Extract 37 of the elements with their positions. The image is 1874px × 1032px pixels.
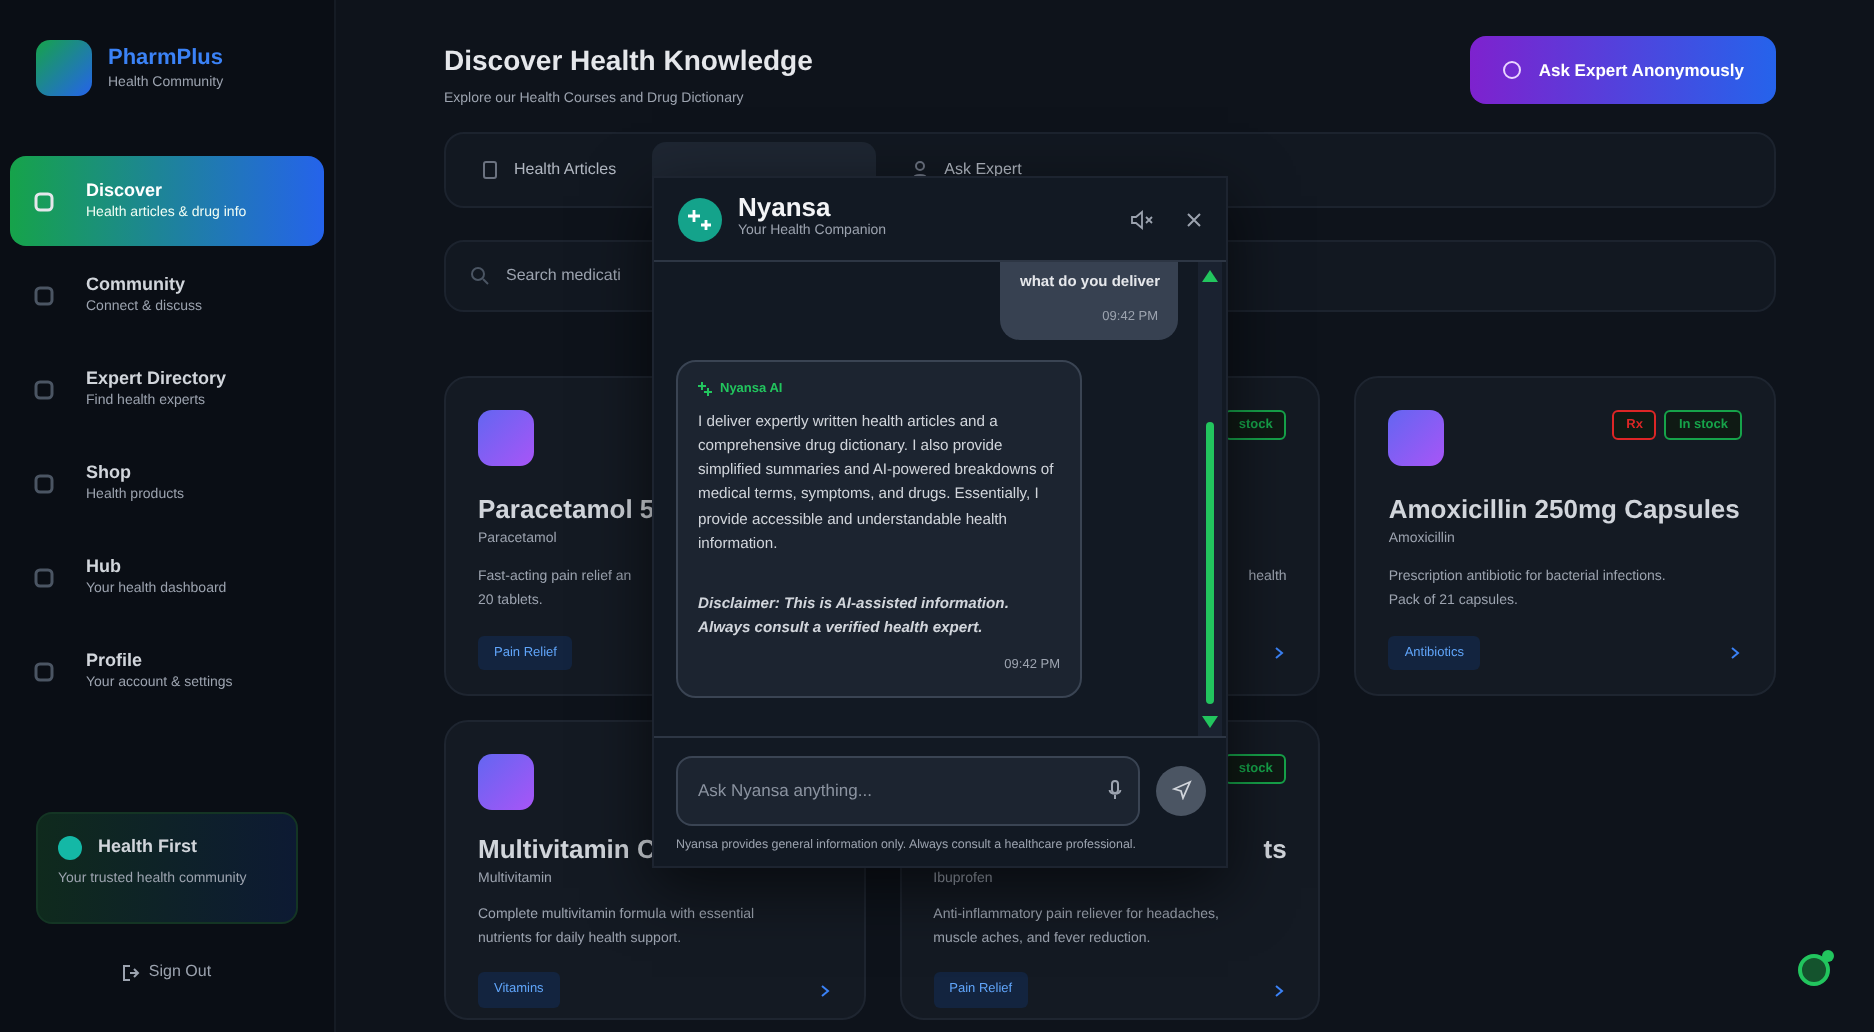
nav-label: Profile [86,647,145,673]
tab[interactable]: Health Articles [466,141,633,197]
message-input[interactable]: Ask Nyansa anything... [676,755,1140,826]
nav-label: Community [86,271,187,298]
close-icon [1186,211,1202,227]
product-title: Amoxicillin 250mg Capsules [1388,493,1740,523]
nav-icon [34,379,54,399]
sparkle-icon [698,382,712,397]
logo-icon [36,40,92,96]
sign-out-icon [122,963,141,981]
promo-title: Health First [98,834,198,860]
nav-icon [34,285,54,305]
search-placeholder: Search medicati [506,263,621,287]
brand-name: PharmPlus [108,43,224,73]
nav-icon [34,567,54,587]
nav-icon [34,473,54,493]
chat-title: Nyansa [738,194,833,223]
nav-icon [34,661,54,681]
sparkle-icon [678,197,722,241]
search-icon [470,265,490,285]
nav-label: Expert Directory [86,365,227,392]
ask-expert-button[interactable]: Ask Expert Anonymously [1470,36,1776,104]
product-title: ts [1263,833,1287,864]
microphone-icon [1108,779,1122,800]
nav-label: Hub [86,553,123,579]
mute-button[interactable] [1130,209,1154,229]
document-icon [482,159,498,179]
page-title: Discover Health Knowledge [444,42,813,80]
nav-label: Shop [86,459,133,486]
sign-out-button[interactable]: Sign Out [110,952,224,992]
nav-label: Discover [86,177,165,203]
send-button[interactable] [1156,765,1206,816]
close-button[interactable] [1186,211,1202,227]
promo-icon [58,835,82,860]
speaker-muted-icon [1130,209,1154,229]
nav-icon [34,191,54,211]
send-icon [1171,780,1191,801]
